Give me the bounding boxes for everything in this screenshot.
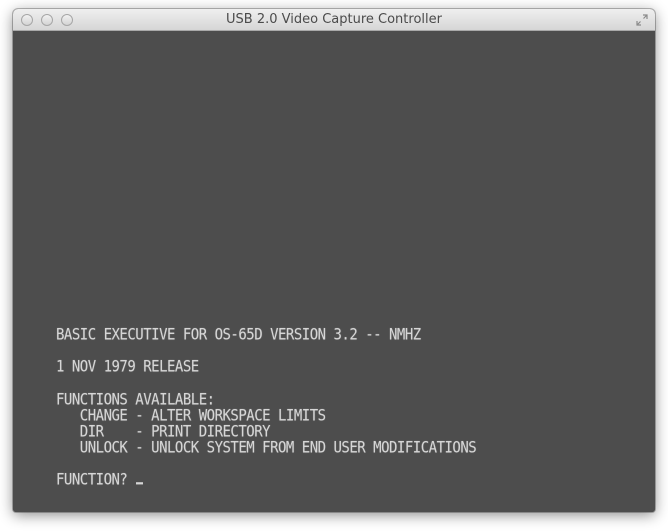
window-title: USB 2.0 Video Capture Controller	[226, 12, 442, 27]
terminal-prompt-line: FUNCTION?	[56, 471, 144, 489]
terminal-line: BASIC EXECUTIVE FOR OS-65D VERSION 3.2 -…	[56, 326, 421, 344]
app-window: USB 2.0 Video Capture Controller BASIC E…	[13, 9, 655, 512]
title-bar[interactable]: USB 2.0 Video Capture Controller	[13, 9, 655, 31]
fullscreen-icon[interactable]	[636, 14, 648, 26]
terminal-line: UNLOCK - UNLOCK SYSTEM FROM END USER MOD…	[56, 439, 477, 457]
video-capture-screen[interactable]: BASIC EXECUTIVE FOR OS-65D VERSION 3.2 -…	[13, 31, 655, 512]
terminal-line: 1 NOV 1979 RELEASE	[56, 358, 199, 376]
text-cursor	[136, 482, 144, 485]
terminal-prompt: FUNCTION?	[56, 471, 136, 489]
